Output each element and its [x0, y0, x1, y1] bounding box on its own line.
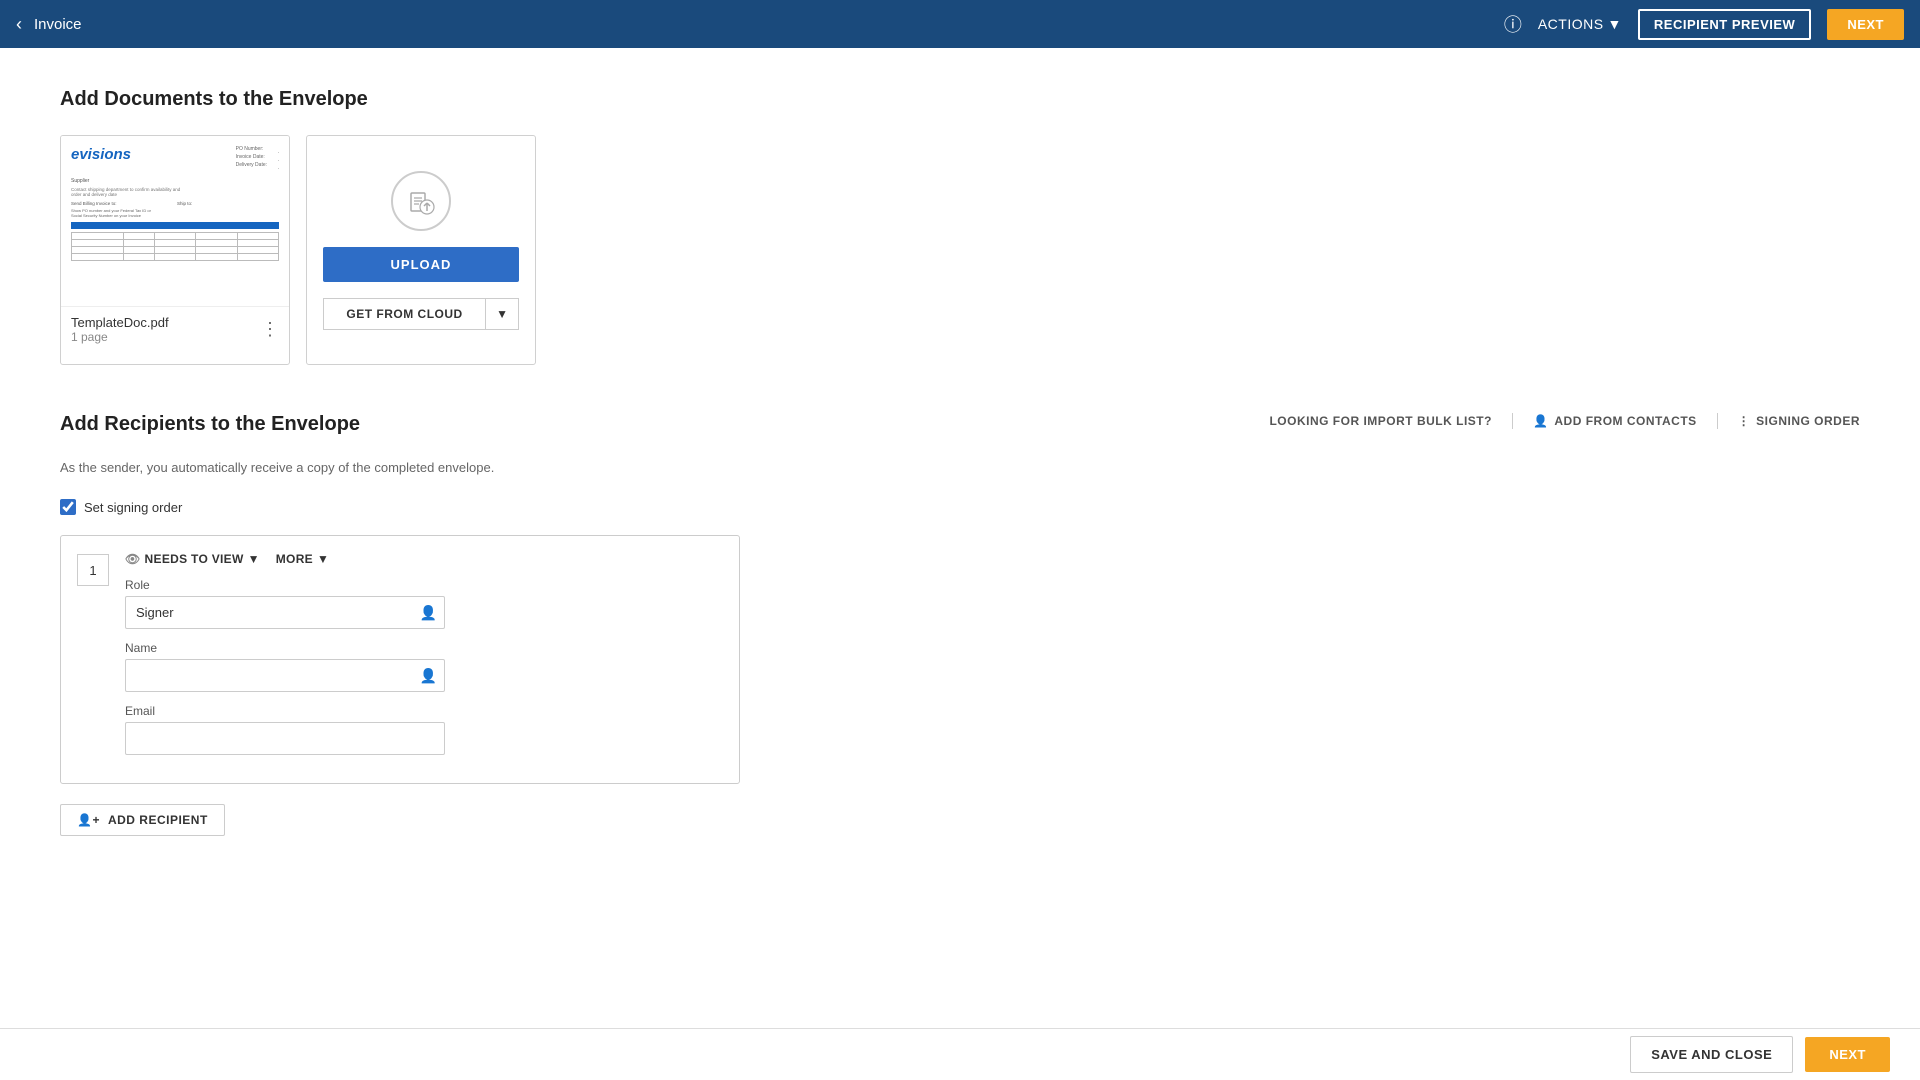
email-input[interactable] [125, 722, 445, 755]
role-input[interactable] [125, 596, 445, 629]
chevron-down-icon: ▼ [317, 552, 329, 566]
needs-to-view-button[interactable]: 👁 NEEDS TO VIEW ▼ [125, 552, 260, 566]
recipient-card: 1 👁 NEEDS TO VIEW ▼ MORE ▼ Role 👤 [60, 535, 740, 784]
back-arrow-icon[interactable]: ‹ [16, 14, 22, 35]
add-recipient-button[interactable]: 👤+ ADD RECIPIENT [60, 804, 225, 836]
name-label: Name [125, 641, 723, 655]
bottom-bar: SAVE AND CLOSE NEXT [0, 1028, 1920, 1080]
name-input-wrapper: 👤 [125, 659, 445, 692]
upload-card: UPLOAD GET FROM CLOUD ▼ [306, 135, 536, 365]
evisions-logo: evisions [71, 146, 131, 170]
name-input-icon: 👤 [420, 667, 437, 684]
chevron-down-icon: ▼ [248, 552, 260, 566]
recipient-fields: 👁 NEEDS TO VIEW ▼ MORE ▼ Role 👤 Name [125, 552, 723, 767]
name-input[interactable] [125, 659, 445, 692]
role-input-icon: 👤 [420, 604, 437, 621]
role-field-group: Role 👤 [125, 578, 723, 629]
upload-icon-circle [391, 171, 451, 231]
signing-order-link[interactable]: ⋮ SIGNING ORDER [1738, 414, 1860, 428]
next-button-top[interactable]: NEXT [1827, 9, 1904, 40]
signing-order-icon: ⋮ [1738, 414, 1751, 428]
signing-order-check: Set signing order [60, 499, 1860, 515]
top-navigation: ‹ Invoice ⓘ ACTIONS ▼ RECIPIENT PREVIEW … [0, 0, 1920, 48]
doc-menu-icon[interactable]: ⋮ [261, 319, 279, 340]
email-field-group: Email [125, 704, 723, 755]
upload-button[interactable]: UPLOAD [323, 247, 519, 282]
get-from-cloud-dropdown-icon[interactable]: ▼ [485, 298, 519, 330]
recipient-number: 1 [77, 554, 109, 586]
eye-icon: 👁 [125, 552, 141, 566]
email-label: Email [125, 704, 723, 718]
more-button[interactable]: MORE ▼ [276, 552, 329, 566]
signing-order-label[interactable]: Set signing order [84, 500, 182, 515]
doc-preview: evisions PO Number: Invoice Date: Delive… [61, 136, 289, 306]
documents-row: evisions PO Number: Invoice Date: Delive… [60, 135, 1860, 365]
role-input-wrapper: 👤 [125, 596, 445, 629]
doc-info: TemplateDoc.pdf 1 page ⋮ [61, 307, 289, 352]
actions-button[interactable]: ACTIONS ▼ [1538, 16, 1622, 32]
doc-pages: 1 page [71, 330, 169, 344]
page-title: Invoice [34, 16, 82, 33]
help-icon[interactable]: ⓘ [1504, 11, 1522, 37]
next-button-bottom[interactable]: NEXT [1805, 1037, 1890, 1072]
save-and-close-button[interactable]: SAVE AND CLOSE [1630, 1036, 1793, 1073]
signing-order-checkbox[interactable] [60, 499, 76, 515]
import-bulk-list-link[interactable]: LOOKING FOR IMPORT BULK LIST? [1269, 414, 1491, 428]
chevron-down-icon: ▼ [496, 307, 508, 321]
topnav-left: ‹ Invoice [16, 14, 82, 35]
recipients-header: Add Recipients to the Envelope As the se… [60, 413, 1860, 491]
main-content: Add Documents to the Envelope evisions P… [0, 48, 1920, 1080]
doc-name: TemplateDoc.pdf [71, 315, 169, 330]
topnav-right: ⓘ ACTIONS ▼ RECIPIENT PREVIEW NEXT [1504, 9, 1904, 40]
divider [1512, 413, 1513, 429]
divider2 [1717, 413, 1718, 429]
recipient-preview-button[interactable]: RECIPIENT PREVIEW [1638, 9, 1811, 40]
recipients-section-title: Add Recipients to the Envelope [60, 413, 494, 436]
invoice-preview: evisions PO Number: Invoice Date: Delive… [61, 136, 289, 306]
contacts-icon: 👤 [1533, 414, 1548, 428]
get-from-cloud-button[interactable]: GET FROM CLOUD [323, 298, 485, 330]
add-recipient-icon: 👤+ [77, 813, 100, 827]
role-label: Role [125, 578, 723, 592]
chevron-down-icon: ▼ [1608, 16, 1622, 32]
documents-section-title: Add Documents to the Envelope [60, 88, 1860, 111]
recipients-subtitle: As the sender, you automatically receive… [60, 460, 494, 475]
get-from-cloud-wrapper: GET FROM CLOUD ▼ [323, 298, 519, 330]
document-card: evisions PO Number: Invoice Date: Delive… [60, 135, 290, 365]
recipients-header-left: Add Recipients to the Envelope As the se… [60, 413, 494, 491]
add-from-contacts-link[interactable]: 👤 ADD FROM CONTACTS [1533, 414, 1697, 428]
name-field-group: Name 👤 [125, 641, 723, 692]
recipients-right-actions: LOOKING FOR IMPORT BULK LIST? 👤 ADD FROM… [1269, 413, 1860, 429]
